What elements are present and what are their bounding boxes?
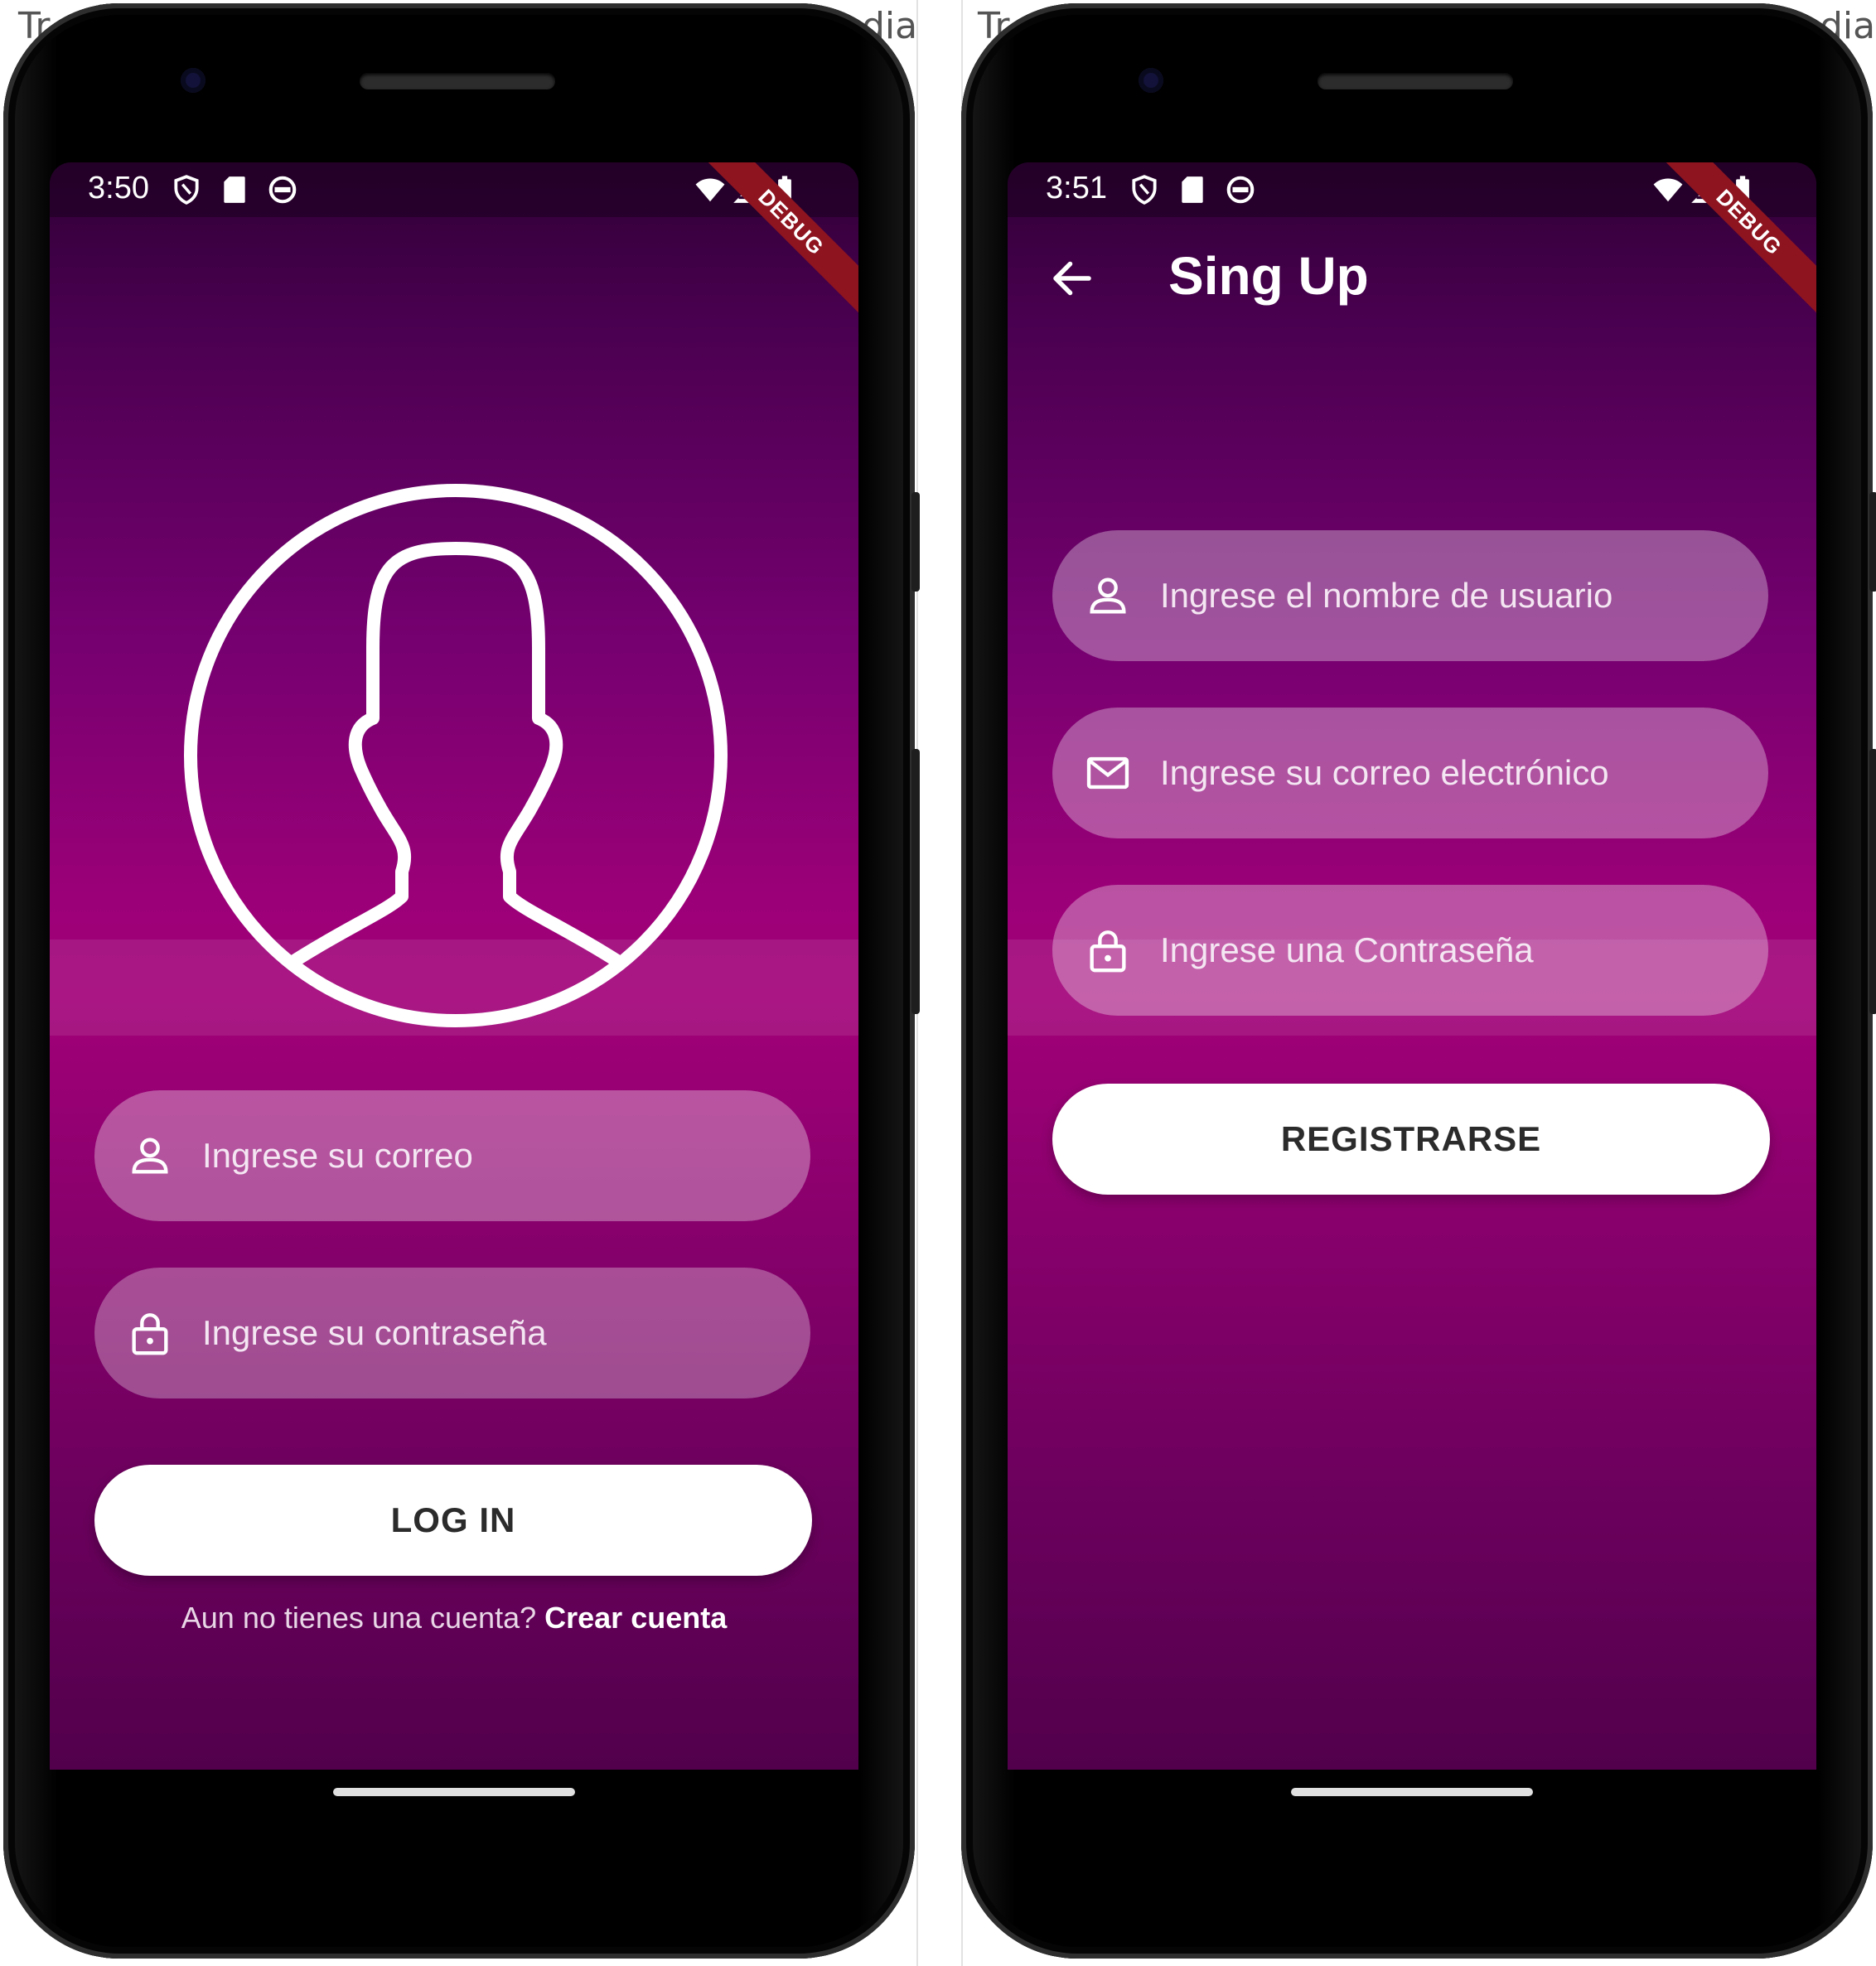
shield-icon bbox=[1132, 175, 1157, 205]
status-time: 3:51 bbox=[1046, 171, 1107, 205]
power-button bbox=[911, 492, 920, 592]
username-field[interactable]: Ingrese el nombre de usuario bbox=[1052, 530, 1768, 661]
signup-prompt-row: Aun no tienes una cuenta? Crear cuenta bbox=[50, 1601, 858, 1635]
power-button bbox=[1869, 492, 1876, 592]
page-title: Sing Up bbox=[1168, 246, 1369, 306]
volume-button bbox=[1869, 749, 1876, 1014]
username-placeholder: Ingrese el nombre de usuario bbox=[1160, 576, 1613, 615]
shield-icon bbox=[174, 175, 199, 205]
person-icon bbox=[1090, 577, 1126, 614]
person-icon bbox=[132, 1138, 168, 1174]
mail-icon bbox=[1086, 756, 1129, 790]
login-screen: 3:50 DEBUG Ingrese su correo Ingrese su … bbox=[50, 162, 858, 1770]
home-indicator[interactable] bbox=[1291, 1788, 1533, 1796]
password-placeholder: Ingrese una Contraseña bbox=[1160, 930, 1534, 969]
account-circle-icon bbox=[184, 484, 728, 1027]
wifi-icon bbox=[1653, 178, 1683, 202]
signup-screen: 3:51 DEBUG Sing Up Ingrese el nombre de … bbox=[1008, 162, 1816, 1770]
password-field[interactable]: Ingrese una Contraseña bbox=[1052, 885, 1768, 1016]
email-field[interactable]: Ingrese su correo electrónico bbox=[1052, 708, 1768, 838]
sd-card-icon bbox=[224, 176, 245, 203]
sd-card-icon bbox=[1182, 176, 1203, 203]
email-placeholder: Ingrese su correo electrónico bbox=[1160, 753, 1609, 792]
earpiece-speaker bbox=[360, 73, 555, 89]
phone-frame-login: 3:50 DEBUG Ingrese su correo Ingrese su … bbox=[3, 3, 920, 1959]
sync-icon bbox=[1226, 176, 1255, 204]
front-camera bbox=[181, 68, 205, 93]
create-account-link[interactable]: Crear cuenta bbox=[544, 1601, 727, 1635]
lock-icon bbox=[1090, 930, 1126, 973]
earpiece-speaker bbox=[1318, 73, 1513, 89]
signup-prompt: Aun no tienes una cuenta? bbox=[181, 1601, 537, 1635]
front-camera bbox=[1139, 68, 1163, 93]
email-field[interactable]: Ingrese su correo bbox=[94, 1090, 810, 1221]
sync-icon bbox=[268, 176, 297, 204]
status-time: 3:50 bbox=[88, 171, 149, 205]
home-indicator[interactable] bbox=[333, 1788, 575, 1796]
password-field[interactable]: Ingrese su contraseña bbox=[94, 1268, 810, 1398]
email-placeholder: Ingrese su correo bbox=[202, 1136, 473, 1175]
arrow-back-icon[interactable] bbox=[1047, 254, 1097, 303]
panel-divider bbox=[916, 0, 963, 1966]
register-button[interactable]: REGISTRARSE bbox=[1052, 1084, 1770, 1195]
wifi-icon bbox=[695, 178, 725, 202]
lock-icon bbox=[132, 1313, 168, 1355]
volume-button bbox=[911, 749, 920, 1014]
phone-frame-signup: 3:51 DEBUG Sing Up Ingrese el nombre de … bbox=[961, 3, 1876, 1959]
login-button[interactable]: LOG IN bbox=[94, 1465, 812, 1576]
password-placeholder: Ingrese su contraseña bbox=[202, 1313, 547, 1352]
